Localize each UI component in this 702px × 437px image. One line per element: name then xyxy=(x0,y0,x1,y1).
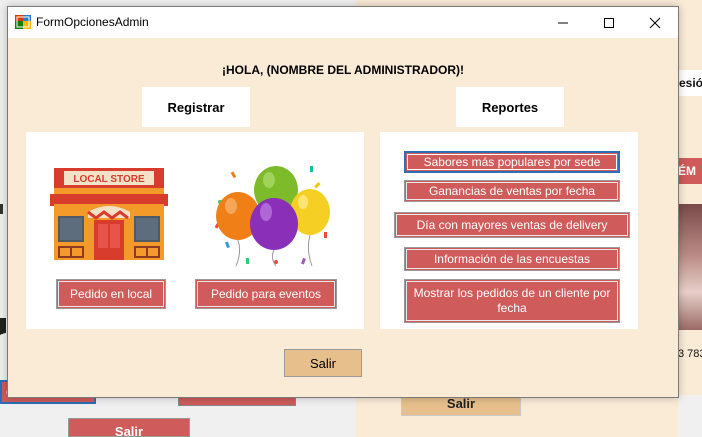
dia-mayores-ventas-delivery-button[interactable]: Día con mayores ventas de delivery xyxy=(394,212,630,238)
background-panel xyxy=(678,395,702,437)
informacion-encuestas-button[interactable]: Información de las encuestas xyxy=(404,247,620,271)
maximize-button[interactable] xyxy=(586,7,632,38)
close-button[interactable] xyxy=(632,7,678,38)
window-title: FormOpcionesAdmin xyxy=(36,15,149,29)
desktop: d Salir esió ÉM 3 783 Salir FormOpciones… xyxy=(0,0,702,437)
reportes-panel: Sabores más populares por sede Ganancias… xyxy=(380,132,638,329)
background-text: 3 783 xyxy=(678,348,702,360)
background-header: ÉM xyxy=(678,158,702,184)
greeting-label: ¡HOLA, (NOMBRE DEL ADMINISTRADOR)! xyxy=(222,63,464,77)
pedidos-cliente-por-fecha-button[interactable]: Mostrar los pedidos de un cliente por fe… xyxy=(404,279,620,323)
salir-button[interactable]: Salir xyxy=(284,349,362,377)
form-icon xyxy=(15,15,31,29)
minimize-icon xyxy=(558,22,568,23)
title-bar[interactable]: FormOpcionesAdmin xyxy=(8,7,678,38)
pedido-para-eventos-button[interactable]: Pedido para eventos xyxy=(195,279,337,309)
store-sign-text: LOCAL STORE xyxy=(73,174,145,185)
maximize-icon xyxy=(604,17,614,28)
close-icon xyxy=(649,17,661,28)
background-salir-button[interactable]: Salir xyxy=(68,418,190,437)
local-store-icon: LOCAL STORE xyxy=(50,168,168,260)
balloons-icon xyxy=(214,166,330,267)
ganancias-por-fecha-button[interactable]: Ganancias de ventas por fecha xyxy=(404,180,620,202)
registrar-panel: LOCAL STORE Pedido en local Pedido para … xyxy=(26,132,364,329)
background-mark xyxy=(0,204,3,214)
reportes-label: Reportes xyxy=(456,87,564,127)
background-mark xyxy=(0,318,6,358)
sabores-populares-button[interactable]: Sabores más populares por sede xyxy=(404,151,620,173)
form-opciones-admin-window: FormOpcionesAdmin ¡HOLA, (NOMBRE DEL ADM… xyxy=(7,6,679,398)
pedido-en-local-button[interactable]: Pedido en local xyxy=(56,279,166,309)
background-tab[interactable]: esió xyxy=(678,70,702,96)
registrar-label: Registrar xyxy=(142,87,250,127)
minimize-button[interactable] xyxy=(540,7,586,38)
background-photo xyxy=(678,204,702,330)
